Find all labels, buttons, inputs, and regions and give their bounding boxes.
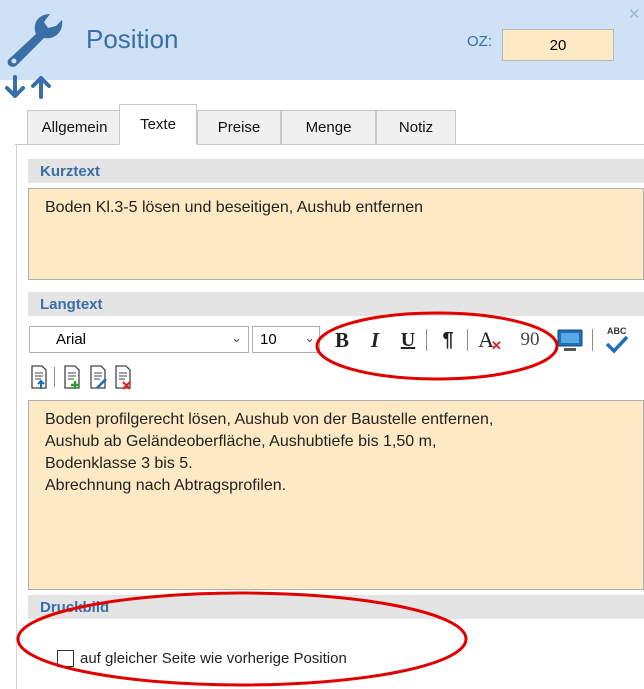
toolbar-separator	[592, 329, 593, 351]
druckbild-heading: Druckbild	[28, 595, 644, 619]
font-size-value: 10	[260, 331, 277, 348]
document-add-icon[interactable]	[62, 364, 82, 390]
rotate-90-button[interactable]: 90	[510, 326, 550, 354]
clear-format-button[interactable]: A ✕	[475, 326, 505, 354]
langtext-input[interactable]: Boden profilgerecht lösen, Aushub von de…	[28, 400, 644, 590]
same-page-checkbox[interactable]	[57, 650, 74, 667]
langtext-heading: Langtext	[28, 292, 644, 316]
font-family-select[interactable]: Arial ⌄	[29, 326, 249, 353]
wrench-icon	[7, 14, 63, 67]
close-icon[interactable]: ✕	[628, 5, 644, 25]
underline-button[interactable]: U	[397, 326, 419, 354]
font-family-value: Arial	[56, 331, 87, 348]
same-page-checkbox-label[interactable]: auf gleicher Seite wie vorherige Positio…	[80, 650, 347, 667]
langtext-line: Bodenklasse 3 bis 5.	[45, 455, 193, 472]
chevron-down-icon: ⌄	[304, 330, 315, 345]
kurztext-input[interactable]: Boden Kl.3-5 lösen und beseitigen, Aushu…	[28, 188, 644, 280]
tab-texte[interactable]: Texte	[119, 104, 197, 145]
toolbar-separator	[426, 329, 427, 351]
langtext-line: Boden profilgerecht lösen, Aushub von de…	[45, 411, 494, 428]
position-header: Position OZ: 20 ✕	[0, 0, 644, 80]
document-import-icon[interactable]	[29, 364, 49, 390]
document-edit-icon[interactable]	[88, 364, 108, 390]
paragraph-button[interactable]: ¶	[436, 326, 460, 354]
clear-x-icon: ✕	[490, 338, 502, 353]
chevron-down-icon: ⌄	[231, 330, 242, 345]
langtext-line: Abrechnung nach Abtragsprofilen.	[45, 477, 287, 494]
check-icon	[605, 335, 629, 353]
font-size-select[interactable]: 10 ⌄	[252, 326, 320, 353]
tab-allgemein[interactable]: Allgemein	[27, 110, 122, 144]
oz-field[interactable]: 20	[502, 29, 614, 61]
document-delete-icon[interactable]	[113, 364, 133, 390]
italic-button[interactable]: I	[364, 326, 386, 354]
monitor-icon[interactable]	[556, 328, 584, 354]
spellcheck-button[interactable]: ABC	[603, 326, 635, 356]
kurztext-text: Boden Kl.3-5 lösen und beseitigen, Aushu…	[45, 199, 424, 216]
tab-notiz[interactable]: Notiz	[376, 110, 456, 144]
langtext-line: Aushub ab Geländeoberfläche, Aushubtiefe…	[45, 433, 437, 450]
oz-label: OZ:	[467, 33, 492, 50]
toolbar-separator	[54, 367, 55, 387]
arrow-down-icon[interactable]	[4, 74, 26, 100]
kurztext-heading: Kurztext	[28, 159, 644, 183]
bold-button[interactable]: B	[330, 326, 354, 354]
arrow-up-icon[interactable]	[30, 74, 52, 100]
tab-menge[interactable]: Menge	[281, 110, 376, 144]
page-title: Position	[86, 24, 179, 54]
tab-preise[interactable]: Preise	[197, 110, 281, 144]
toolbar-separator	[467, 329, 468, 351]
